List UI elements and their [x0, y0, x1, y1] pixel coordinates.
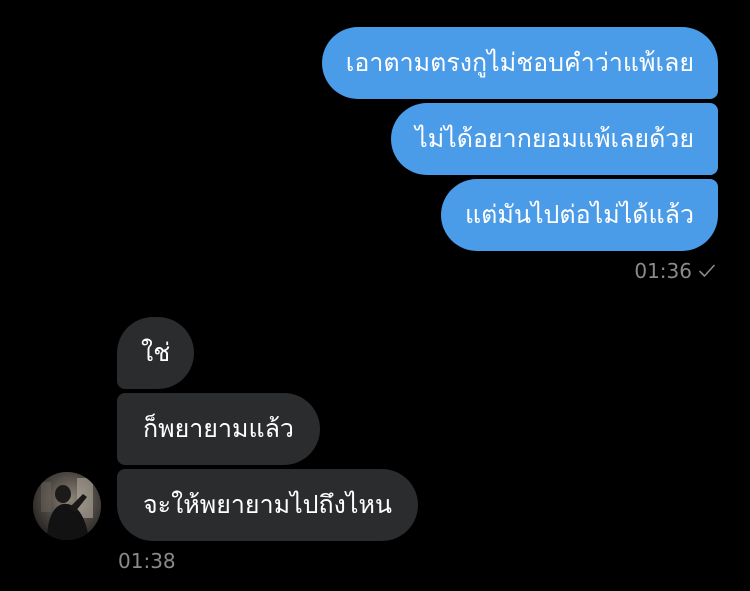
sent-message-bubble[interactable]: แต่มันไปต่อไม่ได้แล้ว [441, 179, 718, 251]
timestamp-text: 01:36 [634, 259, 692, 283]
check-icon [699, 264, 715, 277]
sent-timestamp: 01:36 [634, 259, 716, 283]
avatar[interactable] [33, 472, 101, 540]
received-message-bubble[interactable]: ก็พยายามแล้ว [117, 393, 320, 465]
message-text: ก็พยายามแล้ว [143, 414, 294, 443]
message-text: จะให้พยายามไปถึงไหน [143, 490, 393, 519]
message-text: เอาตามตรงกูไม่ชอบคำว่าแพ้เลย [345, 48, 694, 77]
message-text: ใช่ [141, 338, 171, 367]
message-text: ไม่ได้อยากยอมแพ้เลยด้วย [415, 124, 694, 153]
received-message-bubble[interactable]: ใช่ [117, 317, 195, 389]
timestamp-text: 01:38 [118, 549, 176, 573]
received-message-bubble[interactable]: จะให้พยายามไปถึงไหน [117, 469, 419, 541]
avatar-photo-icon [33, 472, 101, 540]
sent-message-bubble[interactable]: เอาตามตรงกูไม่ชอบคำว่าแพ้เลย [321, 27, 718, 99]
received-timestamp: 01:38 [118, 549, 176, 573]
sent-message-bubble[interactable]: ไม่ได้อยากยอมแพ้เลยด้วย [391, 103, 718, 175]
chat-thread: เอาตามตรงกูไม่ชอบคำว่าแพ้เลย ไม่ได้อยากย… [0, 0, 750, 591]
message-text: แต่มันไปต่อไม่ได้แล้ว [465, 200, 694, 229]
